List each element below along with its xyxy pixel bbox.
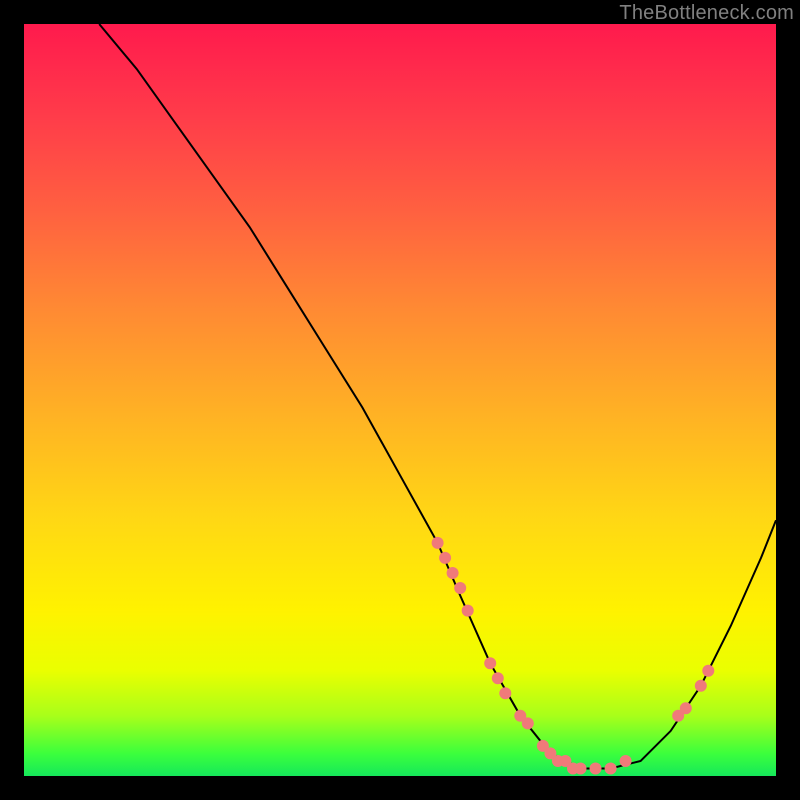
- data-point: [522, 717, 534, 729]
- chart-overlay: [24, 24, 776, 776]
- data-point: [680, 702, 692, 714]
- data-point: [462, 605, 474, 617]
- data-point: [454, 582, 466, 594]
- data-point: [695, 680, 707, 692]
- data-point: [590, 763, 602, 775]
- watermark-text: TheBottleneck.com: [619, 2, 794, 25]
- data-point: [447, 567, 459, 579]
- data-point: [605, 763, 617, 775]
- data-point: [484, 657, 496, 669]
- data-point: [492, 672, 504, 684]
- data-point: [439, 552, 451, 564]
- data-markers: [432, 537, 715, 775]
- data-point: [620, 755, 632, 767]
- data-point: [499, 687, 511, 699]
- data-point: [702, 665, 714, 677]
- bottleneck-curve: [99, 24, 776, 769]
- data-point: [432, 537, 444, 549]
- data-point: [575, 763, 587, 775]
- chart-frame: [24, 24, 776, 776]
